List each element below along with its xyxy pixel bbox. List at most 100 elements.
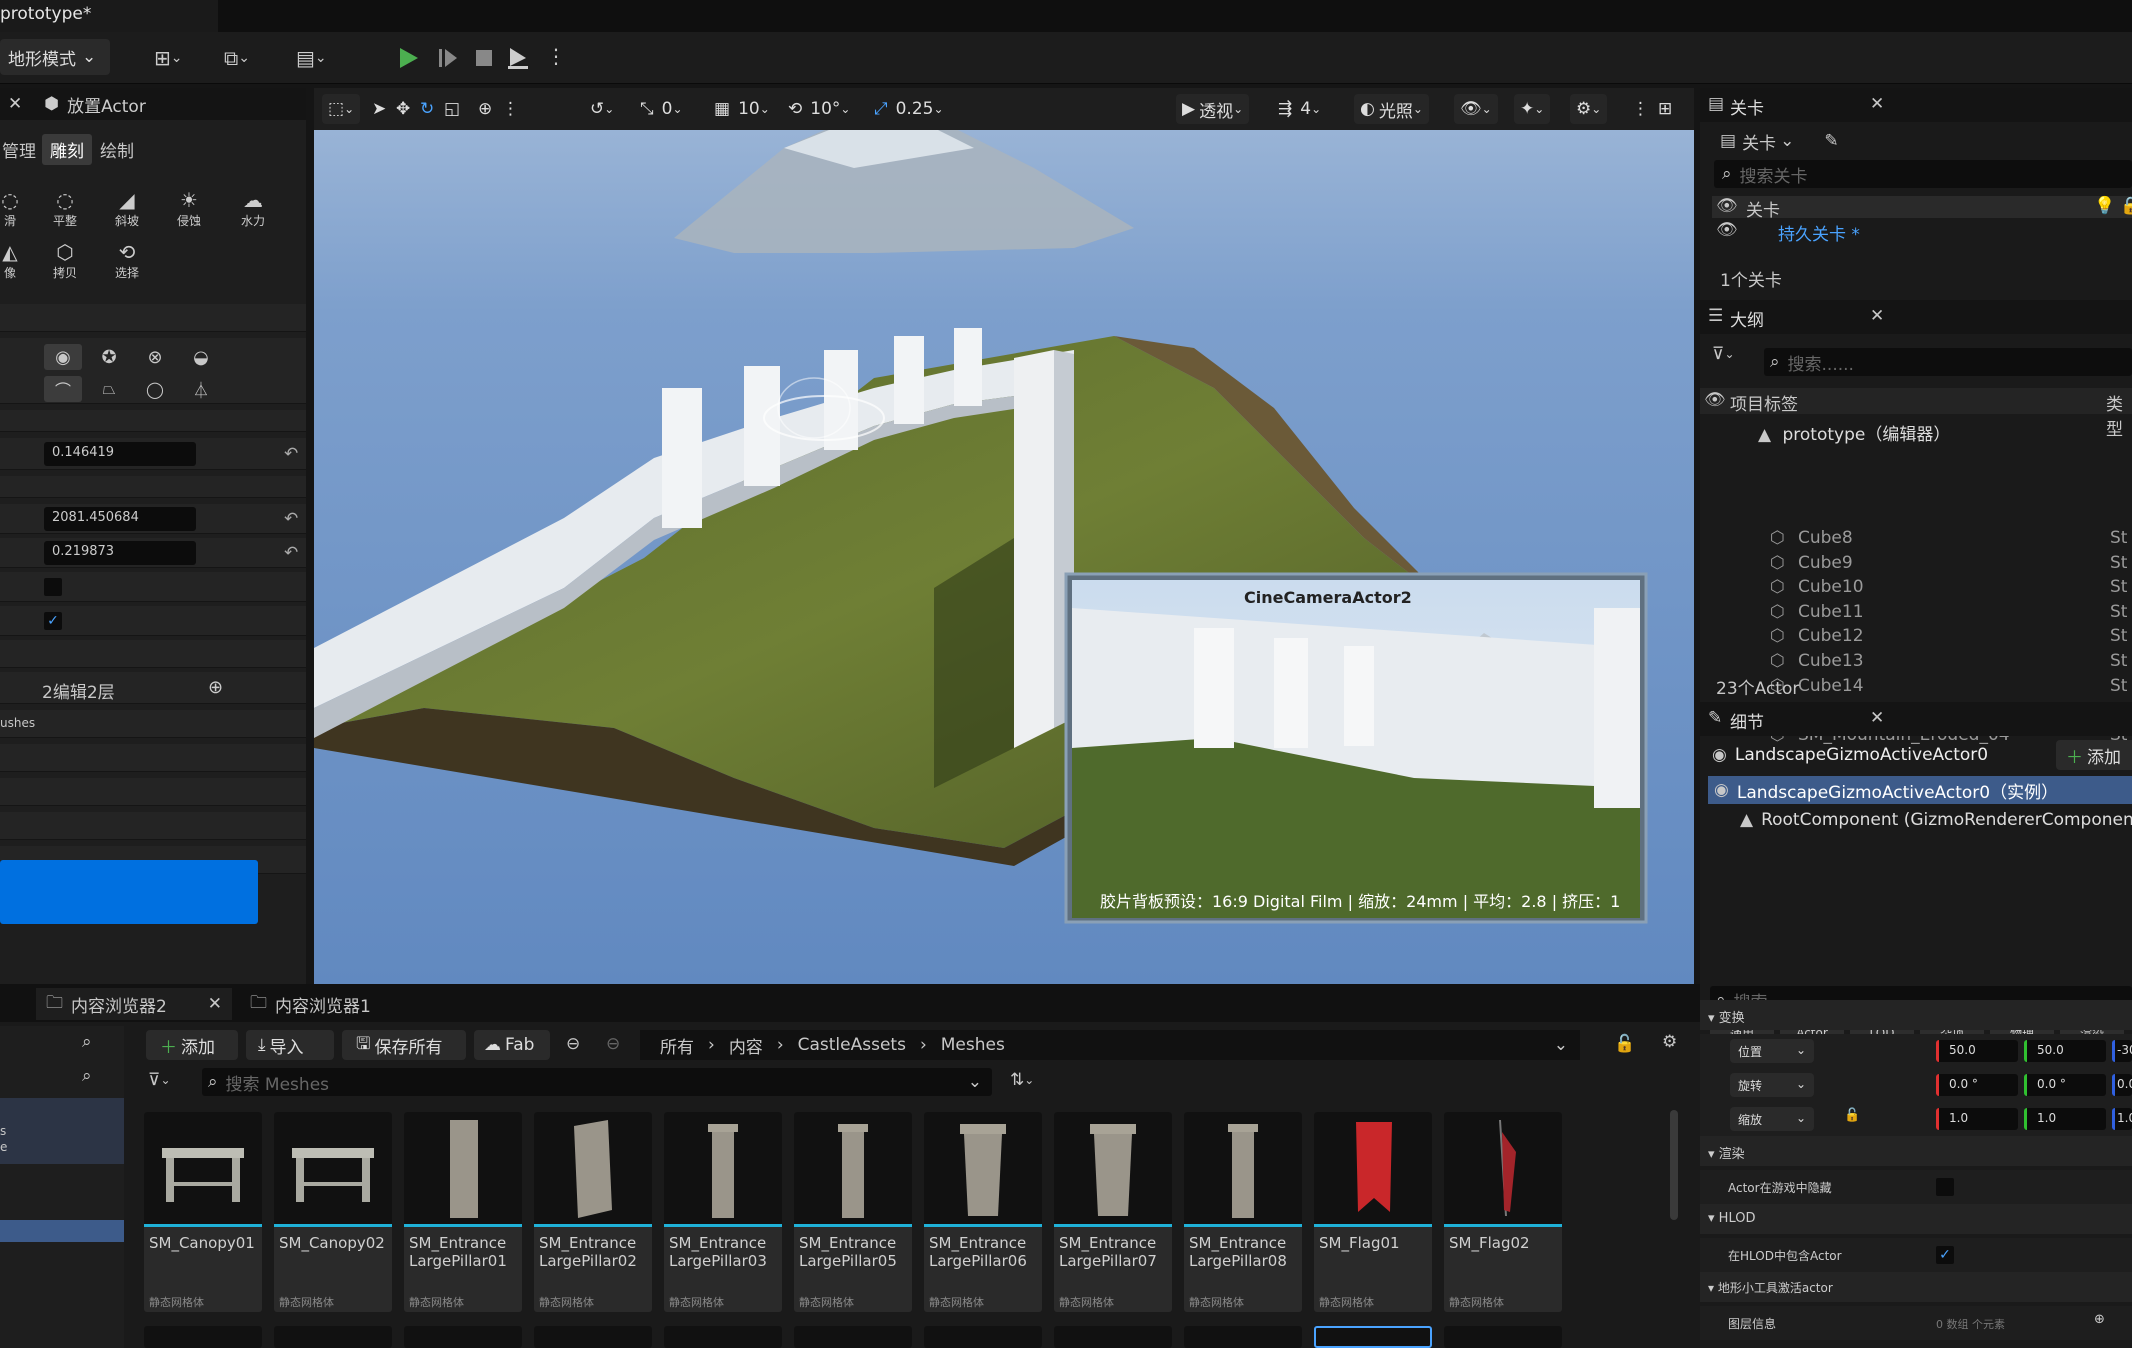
outliner-root[interactable]: ▲ prototype（编辑器）	[1758, 420, 1950, 445]
brush-star-icon[interactable]: ✪	[90, 344, 128, 370]
source-row-selected[interactable]	[0, 1220, 124, 1242]
falloff-spherical-icon[interactable]: ◯	[136, 376, 174, 402]
surface-snap-button[interactable]: ↺ ⌄	[584, 94, 620, 124]
more-icon[interactable]: ⋮	[496, 94, 525, 124]
viewport[interactable]: CineCameraActor2 胶片背板预设：16:9 Digital Fil…	[314, 88, 1694, 984]
outliner-item[interactable]: ⬡ Cube8 St	[1700, 528, 2132, 552]
lighting-button[interactable]: ◐ 光照 ⌄	[1354, 94, 1429, 124]
hidden-checkbox[interactable]	[1936, 1178, 1954, 1196]
select-mode-button[interactable]: ⬚ ⌄	[322, 94, 361, 124]
step-icon[interactable]	[434, 44, 462, 72]
rotation-snap-button[interactable]: ⤡ 0 ⌄	[634, 94, 689, 124]
tab-content-browser-1[interactable]: 🗀 内容浏览器1	[246, 988, 371, 1020]
more-icon[interactable]: ⋮	[1626, 94, 1655, 124]
size-field[interactable]: 2081.450684	[44, 507, 196, 531]
asset-tile[interactable]	[1054, 1326, 1172, 1348]
filter-button[interactable]: ⊽ ⌄	[148, 1070, 171, 1090]
falloff-field[interactable]: 0.219873	[44, 541, 196, 565]
add-button[interactable]: ＋添加	[146, 1030, 238, 1060]
apply-button[interactable]	[0, 860, 258, 924]
world-icon[interactable]: ⊕	[472, 94, 498, 124]
close-icon[interactable]: ✕	[208, 994, 222, 1014]
location-dropdown[interactable]: 位置 ⌄	[1730, 1039, 1814, 1063]
scale-x[interactable]: 1.0	[1936, 1108, 2018, 1130]
cinematics-button[interactable]: ▤ ⌄	[296, 42, 327, 74]
reset-icon[interactable]: ↶	[284, 543, 298, 563]
lock-icon[interactable]: 🔓	[1844, 1108, 1860, 1123]
more-icon[interactable]: ⋮	[546, 44, 566, 68]
select-icon[interactable]: ➤	[366, 94, 392, 124]
asset-tile[interactable]	[1184, 1326, 1302, 1348]
rendering-section[interactable]: ▾ 渲染	[1700, 1136, 2132, 1166]
asset-tile[interactable]	[924, 1326, 1042, 1348]
settings-icon[interactable]: ⚙ ⌄	[1570, 94, 1608, 124]
import-button[interactable]: ⤓ 导入	[246, 1030, 334, 1060]
asset-tile[interactable]: SM_Entrance LargePillar05 静态网格体	[794, 1112, 912, 1312]
camera-speed-button[interactable]: ⇶ 4 ⌄	[1272, 94, 1327, 124]
tool-smooth[interactable]: ◌ 滑	[0, 188, 20, 229]
close-icon[interactable]: ✕	[8, 94, 22, 114]
asset-tile[interactable]	[274, 1326, 392, 1348]
outliner-item[interactable]: ⬡ Cube13 St	[1700, 651, 2132, 675]
asset-tile[interactable]: SM_Canopy02 静态网格体	[274, 1112, 392, 1312]
save-all-button[interactable]: 🖫 保存所有	[342, 1030, 466, 1060]
tool-flatten[interactable]: ◌ 平整	[48, 188, 82, 229]
checkbox[interactable]	[44, 578, 62, 596]
rotation-dropdown[interactable]: 旋转 ⌄	[1730, 1073, 1814, 1097]
stop-icon[interactable]	[470, 44, 498, 72]
scale-dropdown[interactable]: 缩放 ⌄	[1730, 1107, 1814, 1131]
settings-icon[interactable]: ⚙	[1662, 1032, 1677, 1052]
outliner-item[interactable]: ⬡ Cube12 St	[1700, 626, 2132, 650]
rotation-x[interactable]: 0.0 °	[1936, 1074, 2018, 1096]
asset-tile[interactable]: SM_Entrance LargePillar07 静态网格体	[1054, 1112, 1172, 1312]
filter-button[interactable]: ⊽ ⌄	[1712, 344, 1735, 364]
mode-dropdown[interactable]: 地形模式 ⌄	[0, 39, 110, 75]
close-icon[interactable]: ✕	[1870, 306, 1884, 326]
actor-name[interactable]: LandscapeGizmoActiveActor0	[1735, 745, 1988, 765]
scale-snap-button[interactable]: ⤢ 0.25 ⌄	[868, 94, 950, 124]
asset-tile[interactable]: SM_Canopy01 静态网格体	[144, 1112, 262, 1312]
falloff-tip-icon[interactable]: ⏃	[182, 376, 220, 402]
brush-circle-icon[interactable]: ◉	[44, 344, 82, 370]
tab-sculpt[interactable]: 雕刻	[42, 133, 92, 165]
reset-icon[interactable]: ↶	[284, 444, 298, 464]
falloff-linear-icon[interactable]: ⏢	[90, 376, 128, 402]
rotation-y[interactable]: 0.0 °	[2024, 1074, 2106, 1096]
outliner-item[interactable]: ⬡ Cube9 St	[1700, 553, 2132, 577]
outliner-item[interactable]: ⬡ Cube11 St	[1700, 602, 2132, 626]
asset-tile[interactable]: SM_Entrance LargePillar08 静态网格体	[1184, 1112, 1302, 1312]
sort-button[interactable]: ⇅ ⌄	[1010, 1070, 1034, 1090]
transform-section[interactable]: ▾ 变换	[1700, 1000, 2132, 1030]
asset-tile[interactable]: SM_Flag02 静态网格体	[1444, 1112, 1562, 1312]
scale-icon[interactable]: ◱	[438, 94, 466, 124]
move-icon[interactable]: ✥	[390, 94, 416, 124]
outliner-search[interactable]: ⌕ 搜索......	[1764, 348, 2132, 376]
rotate-icon[interactable]: ↻	[414, 94, 440, 124]
add-content-button[interactable]: ⊞ ⌄	[154, 42, 183, 74]
perspective-button[interactable]: ▶ 透视 ⌄	[1176, 94, 1250, 124]
asset-tile[interactable]	[1314, 1326, 1432, 1348]
tool-hydro[interactable]: ☁ 水力	[236, 188, 270, 229]
source-row[interactable]: s e	[0, 1098, 124, 1164]
brush-pattern-icon[interactable]: ⊗	[136, 344, 174, 370]
tool-mirror[interactable]: ◭ 像	[0, 240, 20, 281]
tool-select[interactable]: ⟲ 选择	[110, 240, 144, 281]
angle-snap-button[interactable]: ⟲ 10° ⌄	[782, 94, 856, 124]
tab-manage[interactable]: 管理	[0, 134, 42, 165]
asset-tile[interactable]	[534, 1326, 652, 1348]
hlod-checkbox[interactable]: ✓	[1936, 1246, 1954, 1264]
show-flags-button[interactable]: 👁 ⌄	[1454, 94, 1498, 124]
add-element-icon[interactable]: ⊕	[2094, 1312, 2105, 1327]
location-z[interactable]: -30	[2112, 1040, 2132, 1062]
tool-copy[interactable]: ⬡ 拷贝	[48, 240, 82, 281]
tool-erosion[interactable]: ☀ 侵蚀	[172, 188, 206, 229]
play-icon[interactable]	[394, 44, 422, 72]
asset-tile[interactable]: SM_Entrance LargePillar01 静态网格体	[404, 1112, 522, 1312]
brush-alpha-icon[interactable]: ◒	[182, 344, 220, 370]
breadcrumb-meshes[interactable]: Meshes	[941, 1035, 1005, 1055]
asset-tile[interactable]: SM_Entrance LargePillar03 静态网格体	[664, 1112, 782, 1312]
eject-icon[interactable]	[504, 44, 532, 72]
location-y[interactable]: 50.0	[2024, 1040, 2106, 1062]
location-x[interactable]: 50.0	[1936, 1040, 2018, 1062]
strength-field[interactable]: 0.146419	[44, 442, 196, 466]
